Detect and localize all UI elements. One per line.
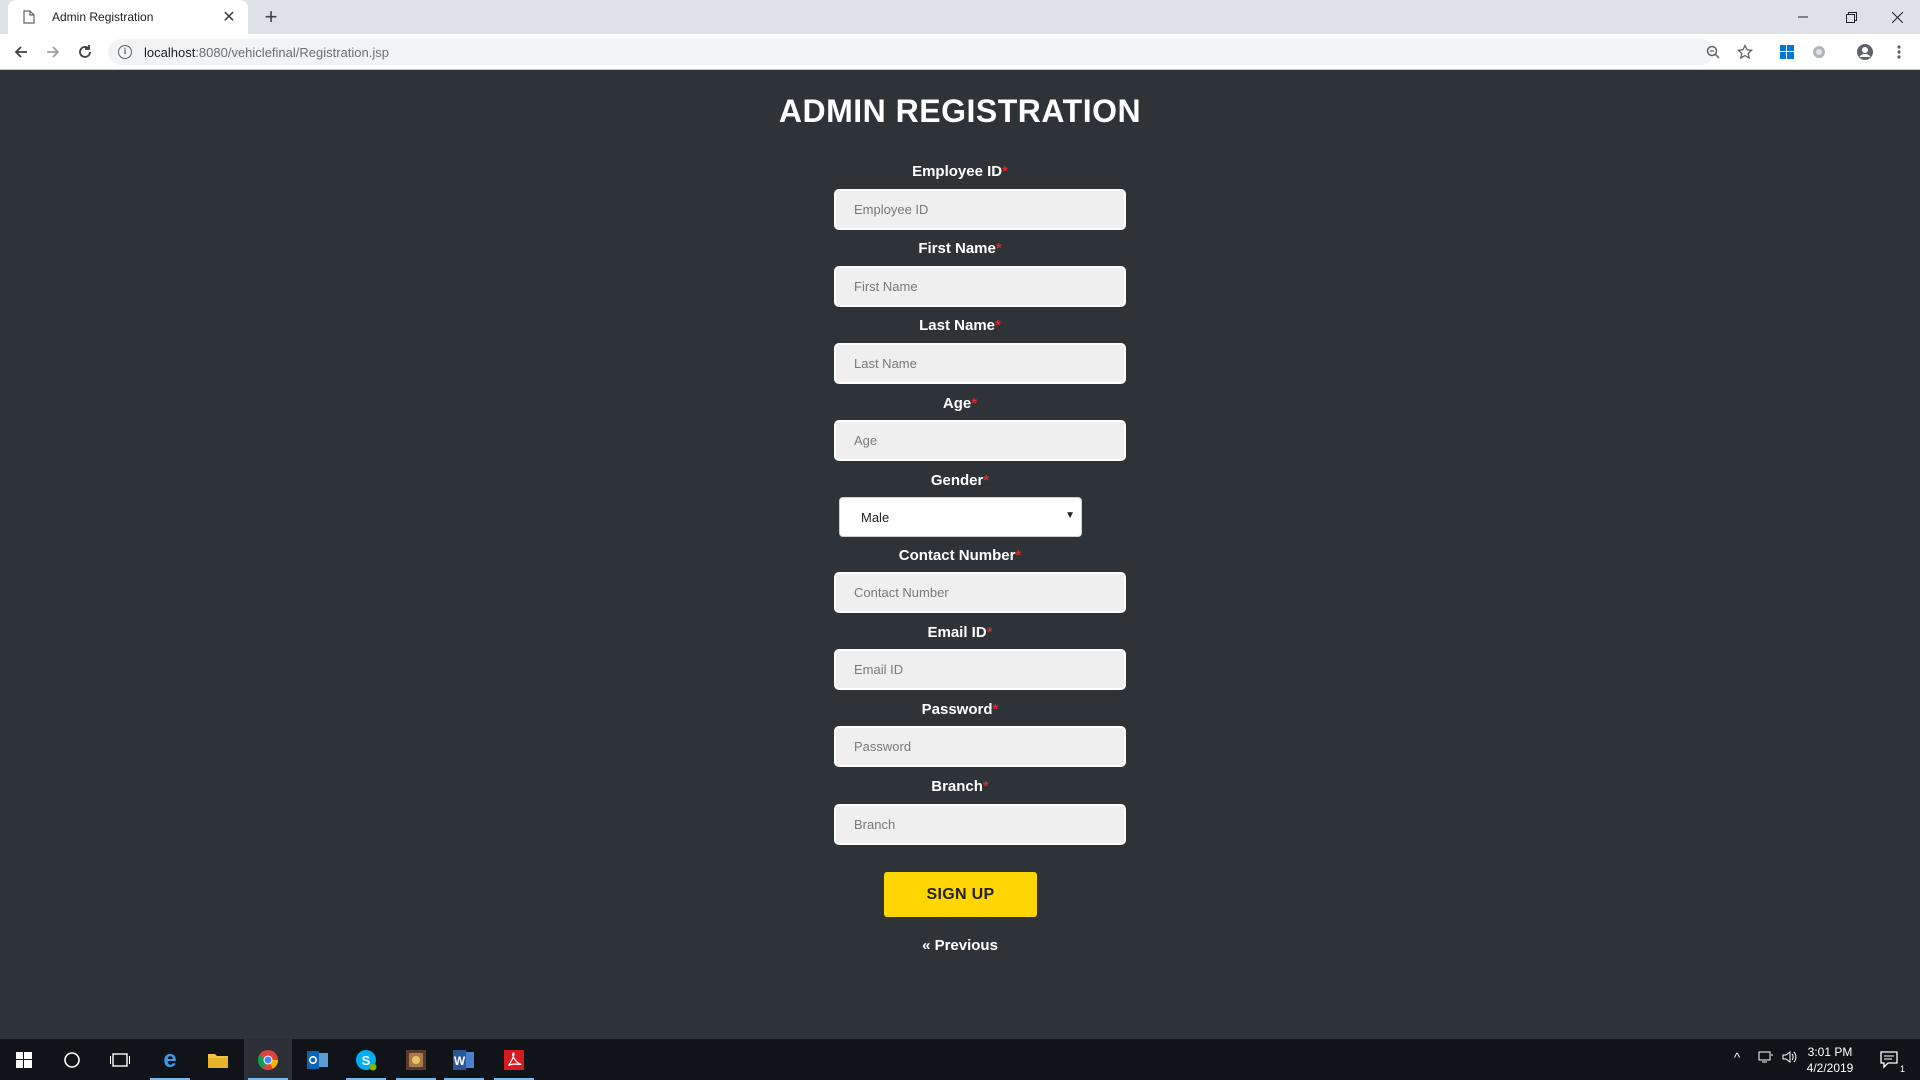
last-name-label: Last Name*: [919, 317, 1001, 334]
windows-extension-icon[interactable]: [1774, 39, 1800, 65]
file-explorer-icon[interactable]: [194, 1039, 242, 1080]
new-tab-icon[interactable]: +: [258, 4, 284, 30]
taskbar: e S W ^ 3:01 PM 4/2/2019 1: [0, 1039, 1920, 1080]
branch-input[interactable]: [834, 804, 1126, 845]
required-marker: *: [995, 240, 1002, 257]
app-icon[interactable]: [392, 1039, 440, 1080]
browser-toolbar: i localhost:8080/vehiclefinal/Registrati…: [0, 34, 1920, 70]
contact-number-label: Contact Number*: [898, 547, 1022, 564]
url-path: :8080/vehiclefinal/Registration.jsp: [195, 44, 389, 60]
age-label: Age*: [942, 395, 978, 412]
registration-page: ADMIN REGISTRATION Employee ID* First Na…: [0, 71, 1920, 1039]
required-marker: *: [983, 472, 990, 489]
gender-selected-value: Male: [861, 509, 890, 525]
required-marker: *: [1002, 163, 1008, 180]
extension-icon[interactable]: [1806, 39, 1832, 65]
show-hidden-icons-icon[interactable]: ^: [1734, 1050, 1740, 1065]
site-info-icon[interactable]: i: [118, 45, 132, 59]
contact-number-input[interactable]: [834, 572, 1126, 613]
minimize-icon[interactable]: [1780, 0, 1826, 34]
clock-time: 3:01 PM: [1807, 1045, 1853, 1059]
first-name-input[interactable]: [834, 266, 1126, 307]
required-marker: *: [1015, 547, 1022, 564]
branch-label: Branch*: [931, 778, 989, 795]
employee-id-input[interactable]: [834, 189, 1126, 230]
first-name-label: First Name*: [918, 240, 1002, 257]
required-marker: *: [982, 778, 989, 795]
task-view-icon[interactable]: [96, 1039, 144, 1080]
address-bar[interactable]: i localhost:8080/vehiclefinal/Registrati…: [108, 39, 1714, 65]
restore-icon[interactable]: [1828, 0, 1874, 34]
email-id-input[interactable]: [834, 649, 1126, 690]
menu-icon[interactable]: [1886, 39, 1912, 65]
skype-icon[interactable]: S: [342, 1039, 390, 1080]
page-icon: [20, 8, 38, 26]
dropdown-arrow-icon: ▼: [1065, 510, 1075, 521]
reload-icon[interactable]: [72, 39, 98, 65]
acrobat-icon[interactable]: [490, 1039, 538, 1080]
search-icon[interactable]: [48, 1039, 96, 1080]
gender-select[interactable]: Male ▼: [839, 497, 1082, 537]
close-window-icon[interactable]: [1874, 0, 1920, 34]
employee-id-label: Employee ID*: [912, 163, 1008, 180]
url-host: localhost: [144, 44, 196, 60]
tab-title: Admin Registration: [52, 10, 154, 24]
system-clock[interactable]: 3:01 PM 4/2/2019: [1790, 1044, 1870, 1076]
required-marker: *: [992, 701, 999, 718]
profile-icon[interactable]: [1852, 39, 1878, 65]
required-marker: *: [986, 624, 993, 641]
required-marker: *: [971, 395, 978, 412]
forward-icon[interactable]: [40, 39, 66, 65]
edge-icon[interactable]: e: [146, 1039, 194, 1080]
action-center-icon[interactable]: 1: [1866, 1039, 1914, 1080]
browser-tab-strip: Admin Registration ✕ +: [0, 0, 1920, 34]
required-marker: *: [995, 317, 1001, 334]
email-id-label: Email ID*: [927, 624, 993, 641]
back-icon[interactable]: [8, 39, 34, 65]
page-title: ADMIN REGISTRATION: [778, 93, 1142, 129]
notification-count: 1: [1899, 1064, 1905, 1074]
svg-text:W: W: [454, 1054, 466, 1068]
previous-link[interactable]: « Previous: [0, 937, 1920, 954]
word-icon[interactable]: W: [440, 1039, 488, 1080]
browser-tab[interactable]: Admin Registration ✕: [8, 0, 248, 34]
svg-text:S: S: [362, 1053, 371, 1068]
password-input[interactable]: [834, 726, 1126, 767]
password-label: Password*: [921, 701, 999, 718]
start-icon[interactable]: [0, 1039, 48, 1080]
sign-up-button[interactable]: SIGN UP: [884, 872, 1037, 917]
outlook-icon[interactable]: [294, 1039, 342, 1080]
chrome-icon[interactable]: [244, 1039, 292, 1080]
last-name-input[interactable]: [834, 343, 1126, 384]
age-input[interactable]: [834, 420, 1126, 461]
clock-date: 4/2/2019: [1806, 1061, 1854, 1075]
network-icon[interactable]: [1758, 1050, 1774, 1067]
close-tab-icon[interactable]: ✕: [220, 8, 238, 26]
zoom-icon[interactable]: [1700, 39, 1726, 65]
gender-label: Gender*: [930, 472, 990, 489]
bookmark-star-icon[interactable]: [1732, 39, 1758, 65]
